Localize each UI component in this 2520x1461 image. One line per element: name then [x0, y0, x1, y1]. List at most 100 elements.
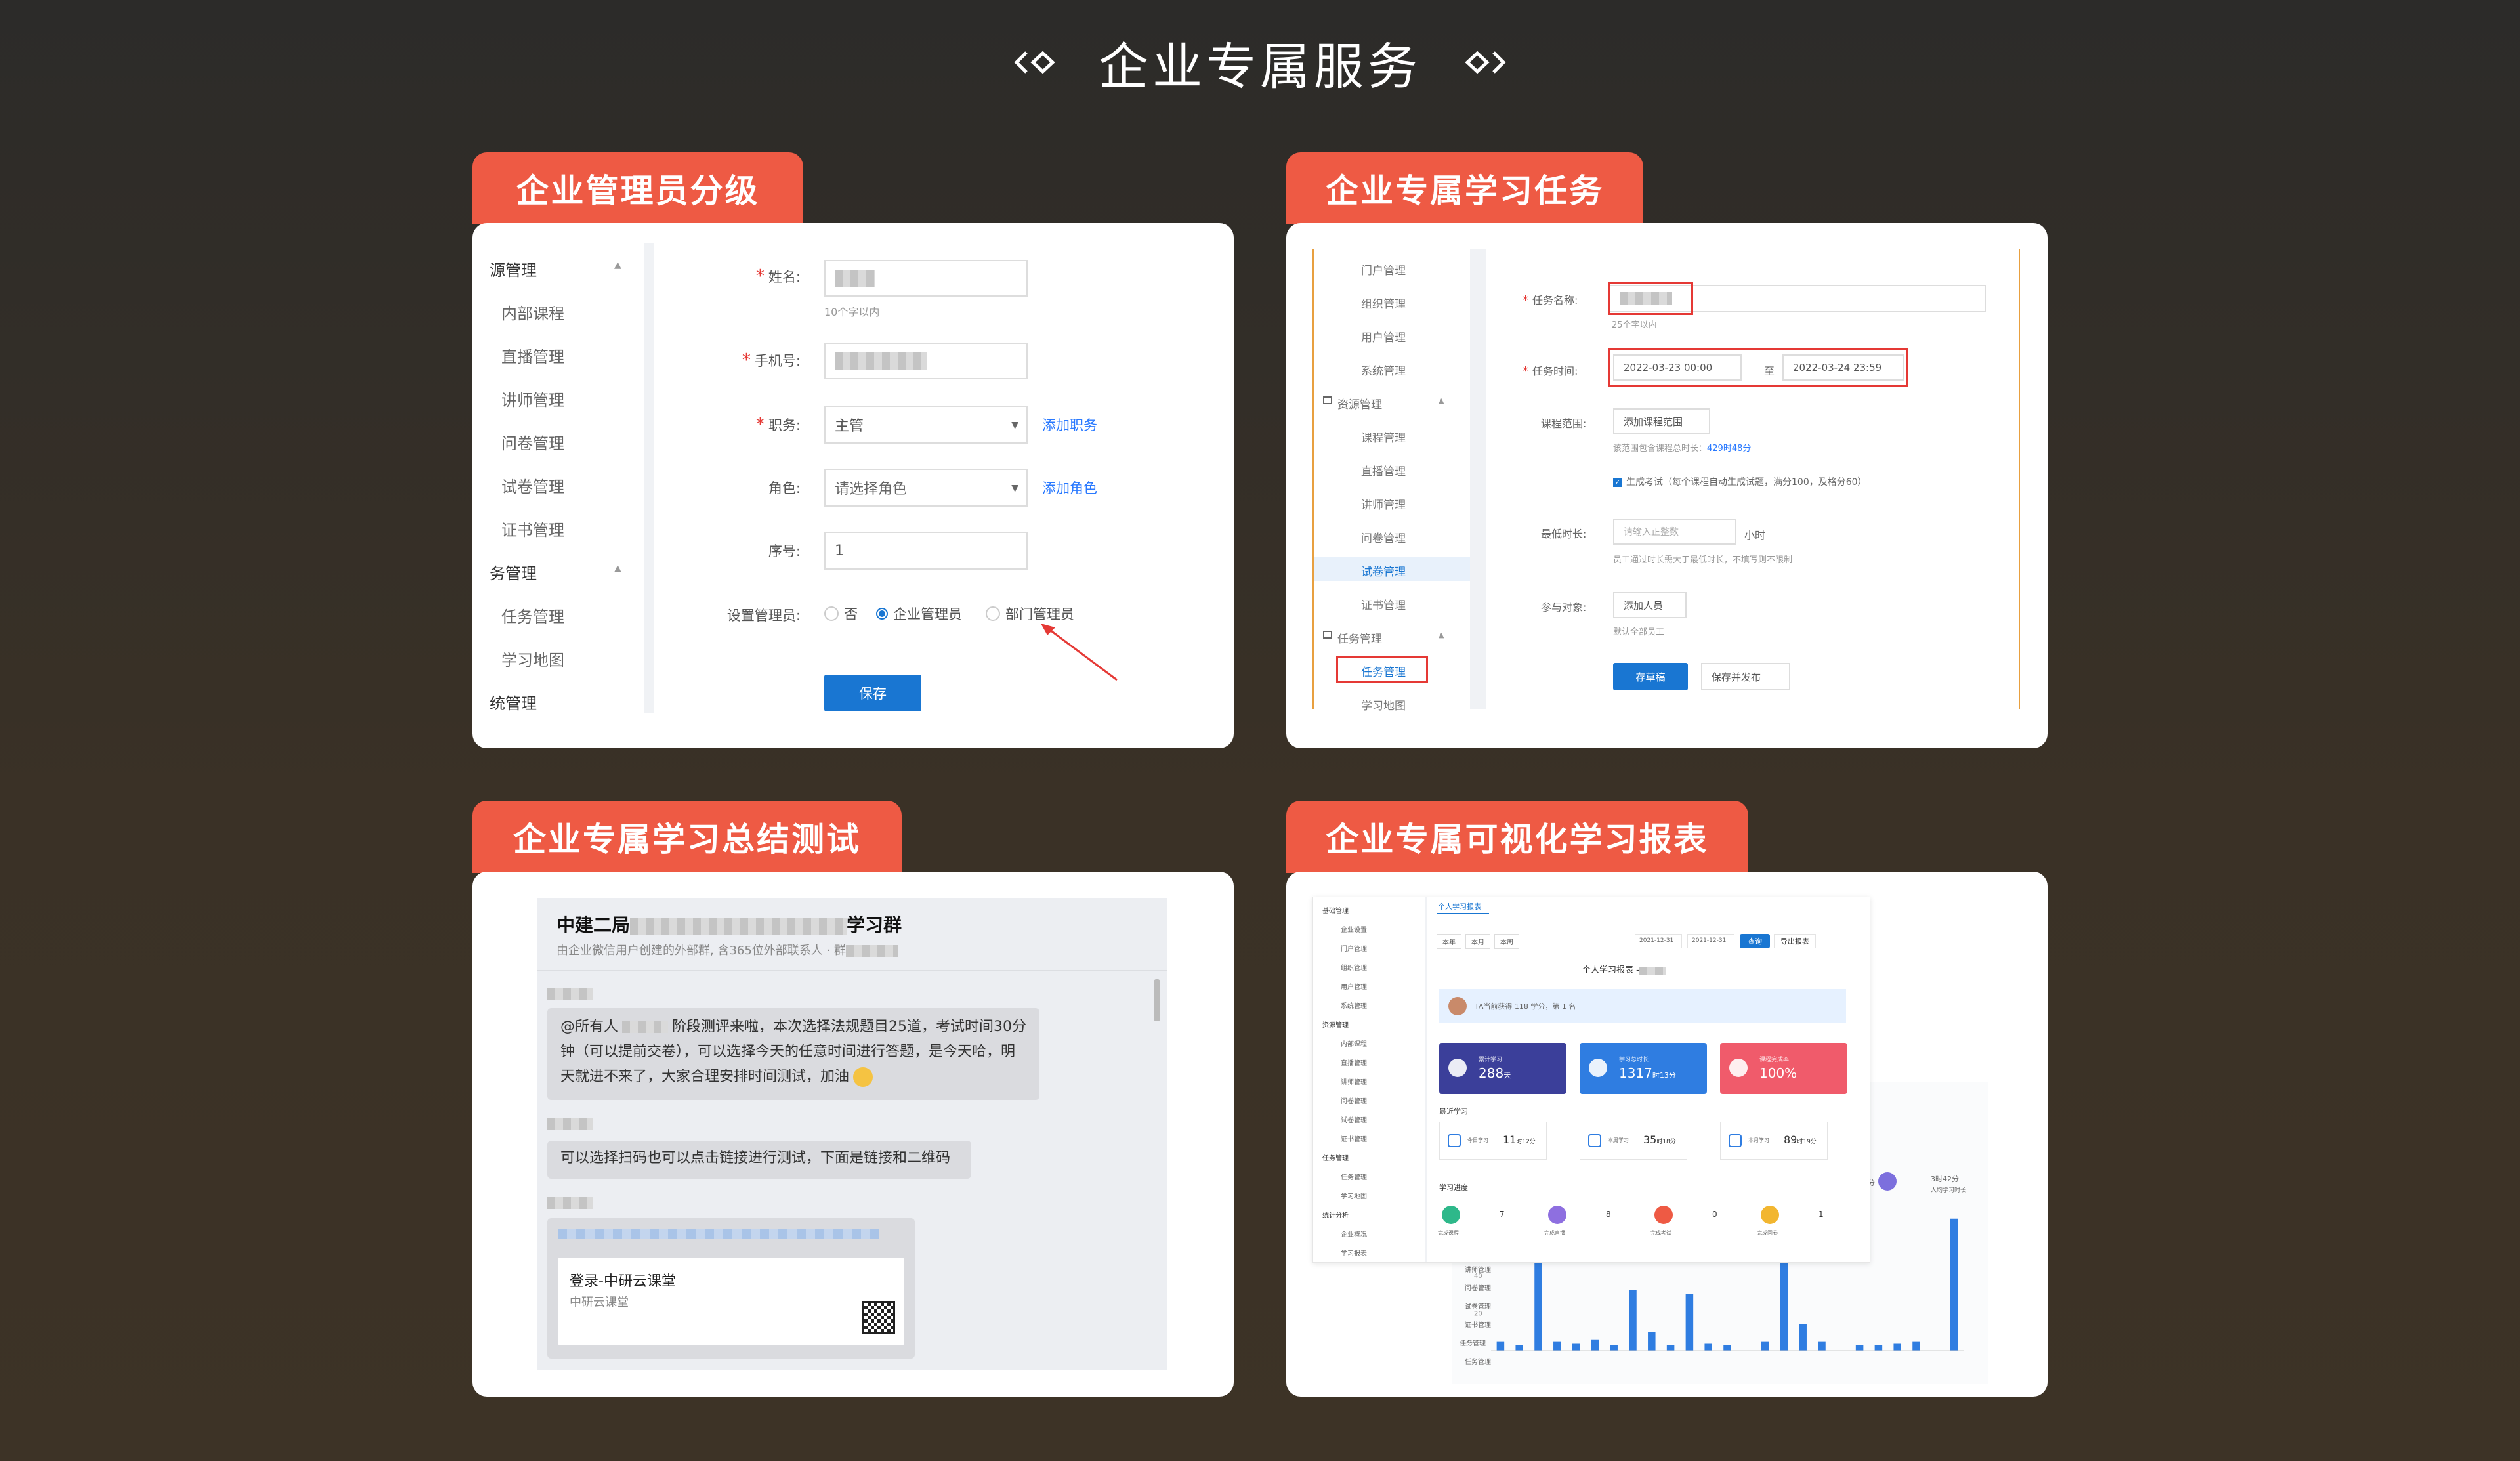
sidebar-item[interactable]: 系统管理 — [1341, 1000, 1367, 1010]
add-scope-button[interactable]: 添加课程范围 — [1613, 408, 1710, 434]
position-select[interactable]: 主管 ▼ — [824, 406, 1028, 444]
folder-icon — [1323, 396, 1332, 404]
date-start-input[interactable]: 2021-12-31 — [1635, 934, 1682, 948]
tab-personal-report[interactable]: 个人学习报表 — [1438, 901, 1481, 912]
bar — [1704, 1343, 1712, 1351]
min-duration-input[interactable]: 请输入正整数 — [1613, 519, 1736, 545]
sidebar-item[interactable]: 门户管理 — [1341, 943, 1367, 953]
link-card[interactable]: 登录-中研云课堂 中研云课堂 — [547, 1218, 915, 1359]
sidebar-item[interactable]: 试卷管理 — [1341, 1114, 1367, 1124]
sidebar-item[interactable]: 用户管理 — [1341, 981, 1367, 991]
card-chat: 中建二局 学习群 由企业微信用户创建的外部群, 含365位外部联系人 · 群 @所… — [472, 872, 1234, 1397]
sidebar-item[interactable]: 问卷管理 — [501, 431, 564, 454]
save-publish-button[interactable]: 保存并发布 — [1701, 663, 1790, 690]
bar — [1950, 1218, 1958, 1351]
sidebar-item[interactable]: 证书管理 — [1341, 1133, 1367, 1143]
menu-item[interactable]: 试卷管理 — [1361, 562, 1406, 579]
menu-item[interactable]: 用户管理 — [1361, 328, 1406, 345]
menu-item[interactable]: 问卷管理 — [1361, 529, 1406, 545]
recent-value: 35时18分 — [1643, 1133, 1676, 1146]
sidebar-item[interactable]: 试卷管理 — [501, 474, 564, 497]
progress-label: 完成课程 — [1438, 1230, 1459, 1236]
recent-unit: 时19分 — [1797, 1139, 1816, 1145]
sidebar-item[interactable]: 基础管理 — [1322, 905, 1349, 915]
sidebar-item[interactable]: 讲师管理 — [501, 387, 564, 410]
sidebar-item[interactable]: 组织管理 — [1341, 962, 1367, 972]
sidebar-item[interactable]: 企业概况 — [1341, 1229, 1367, 1239]
sidebar-item[interactable]: 学习报表 — [1341, 1248, 1367, 1258]
sidebar-item[interactable]: 任务管理 — [1341, 1172, 1367, 1181]
menu-item[interactable]: 直播管理 — [1361, 462, 1406, 478]
generate-exam-checkbox[interactable]: ✓ 生成考试（每个课程自动生成试题，满分100，及格分60） — [1613, 475, 1867, 488]
scrollbar[interactable] — [1154, 979, 1160, 1021]
chevron-down-icon: ▼ — [1011, 420, 1018, 431]
sidebar-item[interactable]: 统计分析 — [1322, 1210, 1349, 1219]
recent-label: 本月学习 — [1748, 1137, 1769, 1143]
radio-no[interactable]: 否 — [824, 604, 858, 624]
double-diamond-icon — [1014, 51, 1055, 74]
sidebar-item[interactable]: 任务管理 — [1322, 1153, 1349, 1162]
add-people-button[interactable]: 添加人员 — [1613, 592, 1687, 618]
sidebar-item[interactable]: 内部课程 — [1341, 1038, 1367, 1048]
menu-item[interactable]: 门户管理 — [1361, 261, 1406, 278]
stat-icon — [1448, 1059, 1467, 1077]
sidebar-item[interactable]: 证书管理 — [501, 517, 564, 540]
bar — [1629, 1290, 1637, 1351]
progress-icon — [1442, 1206, 1460, 1224]
bar — [1799, 1324, 1807, 1351]
bar — [1855, 1345, 1864, 1351]
sidebar-item[interactable]: 讲师管理 — [1341, 1076, 1367, 1086]
sidebar-item[interactable]: 学习地图 — [501, 647, 564, 670]
menu-item[interactable]: 系统管理 — [1361, 362, 1406, 378]
sidebar-item[interactable]: 任务管理 — [501, 604, 564, 627]
sidebar-item[interactable]: 统管理 — [490, 690, 537, 713]
sidebar-item[interactable]: 源管理 — [490, 257, 537, 280]
menu-item[interactable]: 讲师管理 — [1361, 496, 1406, 512]
phone-input[interactable] — [824, 343, 1028, 379]
sidebar-item[interactable]: 学习地图 — [1341, 1191, 1367, 1200]
name-hint: 10个字以内 — [824, 306, 880, 318]
highlight-box — [1608, 282, 1693, 315]
menu-item[interactable]: 学习地图 — [1361, 696, 1406, 713]
export-button[interactable]: 导出报表 — [1774, 934, 1816, 948]
stat-number: 100% — [1759, 1065, 1797, 1081]
sidebar-item[interactable]: 内部课程 — [501, 301, 564, 324]
add-role-link[interactable]: 添加角色 — [1042, 478, 1097, 498]
menu-item[interactable]: 证书管理 — [1361, 596, 1406, 612]
sidebar-item[interactable]: 问卷管理 — [1341, 1095, 1367, 1105]
save-draft-button[interactable]: 存草稿 — [1613, 663, 1688, 690]
menu-item[interactable]: 任务管理 — [1337, 629, 1382, 646]
role-select[interactable]: 请选择角色 ▼ — [824, 469, 1028, 507]
bar — [1666, 1345, 1675, 1351]
sidebar-item[interactable]: 直播管理 — [501, 344, 564, 367]
sidebar-item[interactable]: 资源管理 — [1322, 1019, 1349, 1029]
divider — [537, 970, 1167, 971]
link-preview: 登录-中研云课堂 中研云课堂 — [558, 1258, 904, 1345]
order-input[interactable]: 1 — [824, 532, 1028, 570]
bar — [1685, 1294, 1694, 1351]
menu-item[interactable]: 课程管理 — [1361, 429, 1406, 445]
sidebar-item[interactable]: 务管理 — [490, 561, 537, 583]
link-url — [558, 1229, 879, 1239]
qr-code-icon — [862, 1301, 895, 1334]
query-button[interactable]: 查询 — [1740, 934, 1770, 948]
phone-label: * 手机号: — [742, 350, 801, 370]
filter-0[interactable]: 本年 — [1437, 934, 1461, 949]
menu-item[interactable]: 组织管理 — [1361, 295, 1406, 311]
filter-1[interactable]: 本月 — [1465, 934, 1490, 949]
bar — [1572, 1343, 1580, 1351]
radio-enterprise-admin[interactable]: 企业管理员 — [876, 604, 962, 624]
link-title: 登录-中研云课堂 — [570, 1273, 676, 1290]
add-position-link[interactable]: 添加职务 — [1042, 415, 1097, 434]
save-button[interactable]: 保存 — [824, 675, 921, 711]
stat-label: 累计学习 — [1479, 1057, 1503, 1063]
sidebar-item[interactable]: 直播管理 — [1341, 1057, 1367, 1067]
name-input[interactable] — [824, 260, 1028, 297]
recent-label: 本周学习 — [1608, 1137, 1629, 1143]
progress-label: 完成问卷 — [1757, 1230, 1778, 1236]
sidebar-item[interactable]: 企业设置 — [1341, 924, 1367, 934]
date-end-input[interactable]: 2021-12-31 — [1687, 934, 1734, 948]
group-subtitle: 由企业微信用户创建的外部群, 含365位外部联系人 · 群 — [556, 941, 898, 958]
filter-2[interactable]: 本周 — [1494, 934, 1519, 949]
menu-item[interactable]: 资源管理 — [1337, 395, 1382, 412]
